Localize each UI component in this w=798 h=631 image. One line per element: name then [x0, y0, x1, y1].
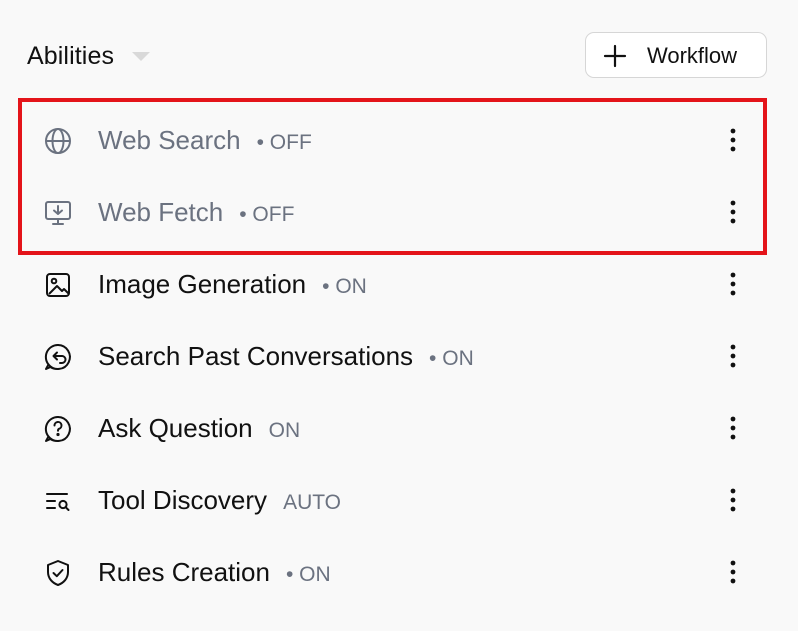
add-workflow-label: Workflow [647, 43, 738, 68]
ability-name-text: Web Search [98, 125, 241, 155]
ability-name: Tool Discovery AUTO [98, 484, 341, 519]
question-bubble-icon [43, 414, 73, 444]
ability-row-web-search[interactable]: Web Search • OFF [0, 104, 798, 176]
ability-name-text: Rules Creation [98, 557, 270, 587]
chevron-down-icon [132, 52, 151, 61]
abilities-title-dropdown[interactable]: Abilities [27, 38, 151, 74]
add-workflow-button[interactable]: Workflow [585, 32, 767, 78]
abilities-header: Abilities Workflow [0, 0, 798, 110]
ability-row-rules-creation[interactable]: Rules Creation • ON [0, 536, 798, 608]
ability-status: ON [268, 419, 301, 442]
plus-icon [603, 44, 627, 68]
ability-name-text: Web Fetch [98, 197, 224, 227]
ability-row-tool-discovery[interactable]: Tool Discovery AUTO [0, 464, 798, 536]
ability-name: Web Search • OFF [98, 124, 312, 159]
ability-name-text: Image Generation [98, 269, 307, 299]
monitor-download-icon [43, 198, 73, 228]
globe-icon [43, 126, 73, 156]
abilities-title: Abilities [27, 41, 115, 70]
ability-name-text: Ask Question [98, 413, 253, 443]
ability-row-ask-question[interactable]: Ask Question ON [0, 392, 798, 464]
chat-history-icon [43, 342, 73, 372]
more-options-icon[interactable] [721, 412, 745, 444]
ability-status: • OFF [239, 203, 295, 226]
shield-check-icon [43, 558, 73, 588]
more-options-icon[interactable] [721, 196, 745, 228]
ability-row-web-fetch[interactable]: Web Fetch • OFF [0, 176, 798, 248]
ability-status: • OFF [256, 131, 312, 154]
ability-row-search-past-conversations[interactable]: Search Past Conversations • ON [0, 320, 798, 392]
more-options-icon[interactable] [721, 556, 745, 588]
more-options-icon[interactable] [721, 268, 745, 300]
ability-name: Search Past Conversations • ON [98, 340, 474, 375]
more-options-icon[interactable] [721, 340, 745, 372]
ability-status: AUTO [283, 491, 342, 514]
more-options-icon[interactable] [721, 124, 745, 156]
ability-row-image-generation[interactable]: Image Generation • ON [0, 248, 798, 320]
ability-status: • ON [429, 347, 474, 370]
ability-name: Image Generation • ON [98, 268, 367, 303]
ability-status: • ON [322, 275, 367, 298]
image-icon [43, 270, 73, 300]
ability-status: • ON [285, 563, 331, 586]
ability-name: Ask Question ON [98, 412, 300, 447]
ability-name: Rules Creation • ON [98, 556, 331, 591]
ability-name-text: Search Past Conversations [98, 341, 414, 371]
list-search-icon [43, 486, 73, 516]
ability-name: Web Fetch • OFF [98, 196, 294, 231]
ability-name-text: Tool Discovery [98, 485, 268, 515]
more-options-icon[interactable] [721, 484, 745, 516]
